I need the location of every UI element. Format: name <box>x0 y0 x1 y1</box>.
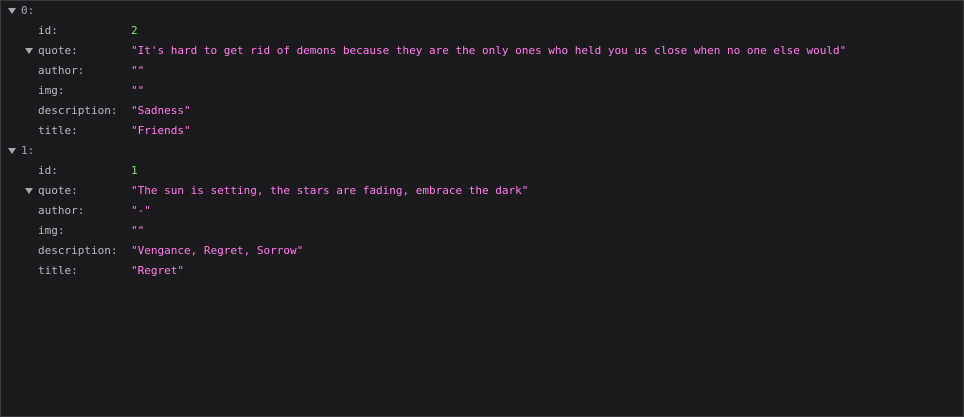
field-row-img: img: "" <box>1 221 963 241</box>
field-key: id: <box>38 164 58 177</box>
expand-toggle-icon[interactable] <box>25 188 33 194</box>
array-index-label: 1: <box>21 144 35 157</box>
field-value: "Friends" <box>131 124 191 137</box>
array-item-1[interactable]: 1: <box>1 141 963 161</box>
field-key: img: <box>38 224 65 237</box>
field-row-description: description: "Sadness" <box>1 101 963 121</box>
field-value: "-" <box>131 204 151 217</box>
field-value: 2 <box>131 24 138 37</box>
field-value: "" <box>131 84 145 97</box>
field-row-img: img: "" <box>1 81 963 101</box>
json-viewer: 0: id: 2 quote: "It's hard to get rid of… <box>0 0 964 417</box>
field-key: author: <box>38 64 85 77</box>
field-value: "It's hard to get rid of demons because … <box>131 44 847 57</box>
expand-toggle-icon[interactable] <box>8 148 16 154</box>
array-index-label: 0: <box>21 4 35 17</box>
field-row-description: description: "Vengance, Regret, Sorrow" <box>1 241 963 261</box>
field-row-id: id: 1 <box>1 161 963 181</box>
field-key: quote: <box>38 44 78 57</box>
field-key: title: <box>38 264 78 277</box>
field-value: "" <box>131 64 145 77</box>
expand-toggle-icon[interactable] <box>25 48 33 54</box>
field-row-quote[interactable]: quote: "The sun is setting, the stars ar… <box>1 181 963 201</box>
field-value: 1 <box>131 164 138 177</box>
json-tree: 0: id: 2 quote: "It's hard to get rid of… <box>1 1 963 281</box>
field-key: img: <box>38 84 65 97</box>
field-key: author: <box>38 204 85 217</box>
field-value: "Regret" <box>131 264 184 277</box>
field-row-quote[interactable]: quote: "It's hard to get rid of demons b… <box>1 41 963 61</box>
field-value: "" <box>131 224 145 237</box>
field-key: id: <box>38 24 58 37</box>
field-key: title: <box>38 124 78 137</box>
field-row-author: author: "-" <box>1 201 963 221</box>
array-item-0[interactable]: 0: <box>1 1 963 21</box>
field-row-title: title: "Friends" <box>1 121 963 141</box>
field-row-id: id: 2 <box>1 21 963 41</box>
field-row-title: title: "Regret" <box>1 261 963 281</box>
field-value: "The sun is setting, the stars are fadin… <box>131 184 529 197</box>
field-key: description: <box>38 244 118 257</box>
field-value: "Vengance, Regret, Sorrow" <box>131 244 304 257</box>
field-key: description: <box>38 104 118 117</box>
field-key: quote: <box>38 184 78 197</box>
field-row-author: author: "" <box>1 61 963 81</box>
expand-toggle-icon[interactable] <box>8 8 16 14</box>
field-value: "Sadness" <box>131 104 191 117</box>
